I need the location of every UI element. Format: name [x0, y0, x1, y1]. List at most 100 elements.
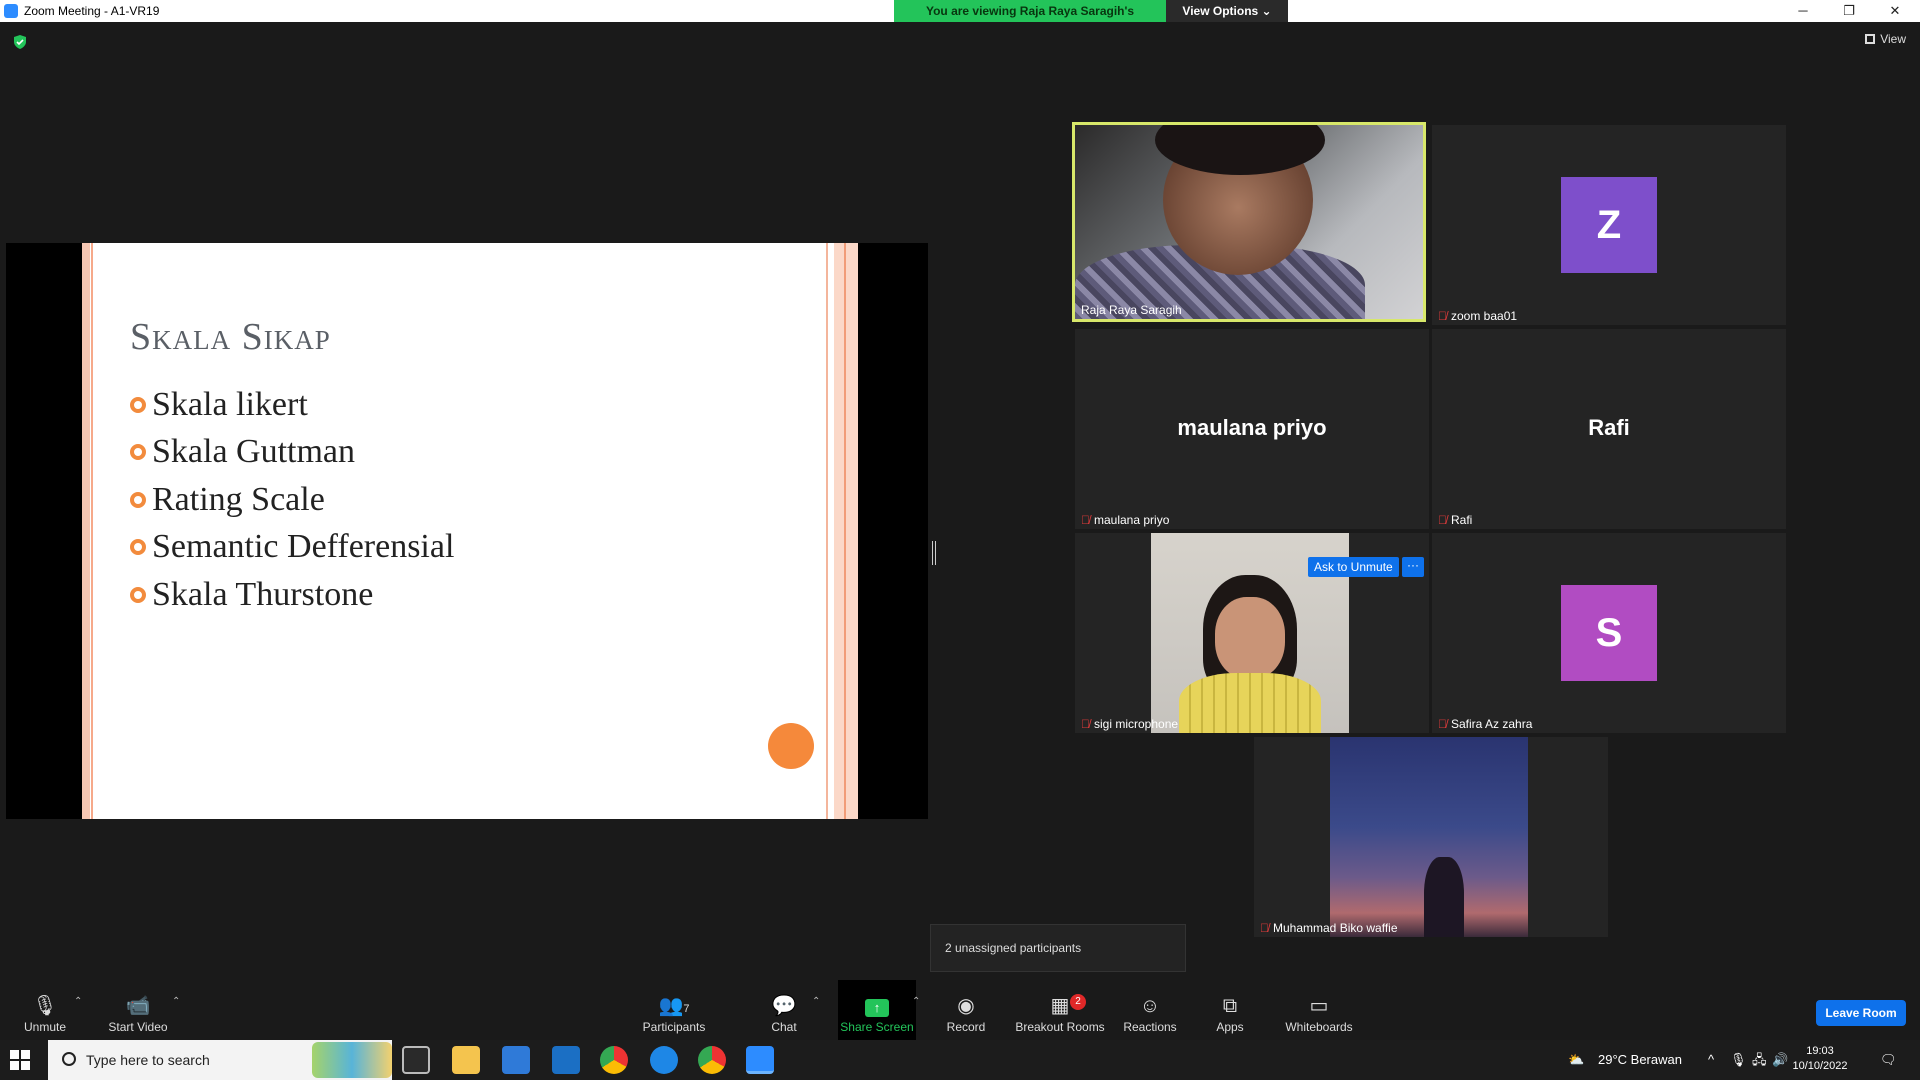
- video-tile-raja-raya-saragih[interactable]: Raja Raya Saragih: [1072, 122, 1426, 322]
- encryption-shield-icon[interactable]: [12, 34, 28, 50]
- share-screen-label: Share Screen: [840, 1020, 914, 1034]
- slide-bullet: Rating Scale: [130, 476, 454, 524]
- view-options-button[interactable]: View Options ⌄: [1166, 0, 1288, 22]
- meeting-toolbar: 🎙 Unmute ⌃ 📹 Start Video ⌃ 👥7 Participan…: [0, 980, 1920, 1040]
- volume-icon[interactable]: 🔊: [1772, 1040, 1788, 1080]
- chat-button[interactable]: 💬 Chat: [764, 980, 804, 1040]
- record-button[interactable]: ◉ Record: [942, 980, 990, 1040]
- slide-decor-stripe: [844, 243, 846, 819]
- slide-decor-stripe: [834, 243, 858, 819]
- bullet-circle-icon: [130, 396, 146, 413]
- microphone-tray-icon[interactable]: 🎙: [1730, 1040, 1747, 1080]
- mail-icon[interactable]: [552, 1046, 580, 1074]
- video-tile-safira-az-zahra[interactable]: S 🎙̸ Safira Az zahra: [1432, 533, 1786, 733]
- more-options-button[interactable]: ···: [1402, 557, 1424, 577]
- participant-name-label: Raja Raya Saragih: [1081, 303, 1182, 317]
- shared-screen[interactable]: Skala Sikap Skala likert Skala Guttman R…: [6, 243, 928, 819]
- whiteboard-icon: ▭: [1309, 995, 1329, 1017]
- muted-mic-icon: 🎙̸: [1438, 717, 1447, 731]
- muted-mic-icon: 🎙̸: [1081, 513, 1090, 527]
- participant-name: zoom baa01: [1451, 309, 1518, 323]
- participant-avatar: Z: [1561, 177, 1657, 273]
- photo-figure: [1215, 597, 1285, 679]
- participants-button[interactable]: 👥7 Participants: [640, 980, 708, 1040]
- record-label: Record: [946, 1020, 986, 1034]
- unmute-button[interactable]: 🎙 Unmute: [16, 980, 74, 1040]
- leave-room-button[interactable]: Leave Room: [1816, 1000, 1906, 1026]
- apps-button[interactable]: ⧉ Apps: [1210, 980, 1250, 1040]
- teamviewer-icon[interactable]: [650, 1046, 678, 1074]
- video-off-icon: 📹: [125, 995, 151, 1017]
- grid-view-icon: [1865, 34, 1876, 44]
- whiteboards-button[interactable]: ▭ Whiteboards: [1282, 980, 1356, 1040]
- participant-video: [1075, 125, 1423, 319]
- restore-button[interactable]: ❐: [1826, 0, 1872, 22]
- participants-label: Participants: [642, 1020, 706, 1034]
- participant-avatar: S: [1561, 585, 1657, 681]
- taskbar-clock[interactable]: 19:03 10/10/2022: [1790, 1044, 1850, 1074]
- chat-label: Chat: [771, 1020, 797, 1034]
- weather-icon[interactable]: ⛅: [1568, 1040, 1584, 1080]
- participant-display-name: maulana priyo: [1177, 415, 1327, 440]
- screen-share-banner: You are viewing Raja Raya Saragih's scre…: [894, 0, 1288, 40]
- search-icon: [62, 1052, 76, 1066]
- chat-bubble-icon: 💬: [771, 995, 797, 1017]
- bullet-text: Rating Scale: [152, 480, 325, 518]
- microsoft-store-icon[interactable]: [502, 1046, 530, 1074]
- search-placeholder: Type here to search: [86, 1052, 210, 1068]
- muted-microphone-icon: 🎙: [32, 995, 58, 1017]
- split-view-resize-handle[interactable]: [932, 541, 936, 565]
- breakout-rooms-button[interactable]: ▦ Breakout Rooms: [1010, 980, 1110, 1040]
- chat-options-caret-icon[interactable]: ⌃: [812, 996, 820, 1007]
- bullet-circle-icon: [130, 586, 146, 603]
- audio-options-caret-icon[interactable]: ⌃: [74, 996, 82, 1007]
- network-icon[interactable]: 🖧: [1752, 1040, 1767, 1080]
- participant-name-label: 🎙̸ Rafi: [1438, 513, 1472, 527]
- participant-name-label: 🎙̸ Muhammad Biko waffie: [1260, 921, 1398, 935]
- bullet-circle-icon: [130, 539, 146, 556]
- participant-profile-photo: [1330, 737, 1528, 937]
- slide-decor-stripe: [82, 243, 90, 819]
- slide-decor-stripe: [826, 243, 828, 819]
- minimize-button[interactable]: ─: [1780, 0, 1826, 22]
- breakout-rooms-label: Breakout Rooms: [1015, 1020, 1105, 1034]
- weather-label[interactable]: 29°C Berawan: [1598, 1040, 1682, 1080]
- video-options-caret-icon[interactable]: ⌃: [172, 996, 180, 1007]
- participant-name-label: 🎙̸ maulana priyo: [1081, 513, 1169, 527]
- clock-time: 19:03: [1806, 1045, 1834, 1057]
- start-video-button[interactable]: 📹 Start Video: [104, 980, 172, 1040]
- slide-decor-circle: [768, 723, 814, 769]
- bullet-text: Semantic Defferensial: [152, 528, 455, 566]
- notifications-icon[interactable]: 🗨: [1880, 1040, 1897, 1080]
- participant-display-name: Rafi: [1588, 415, 1630, 440]
- participant-name: maulana priyo: [1094, 513, 1170, 527]
- view-layout-button[interactable]: View: [1865, 32, 1906, 46]
- breakout-rooms-icon: ▦: [1050, 995, 1070, 1017]
- video-tile-rafi[interactable]: Rafi 🎙̸ Rafi: [1432, 329, 1786, 529]
- start-video-label: Start Video: [108, 1020, 168, 1034]
- participant-name: Muhammad Biko waffie: [1273, 921, 1398, 935]
- file-explorer-icon[interactable]: [452, 1046, 480, 1074]
- participant-name-label: 🎙̸ zoom baa01: [1438, 309, 1517, 323]
- chrome-profile-icon[interactable]: [698, 1046, 726, 1074]
- participant-name: Rafi: [1451, 513, 1473, 527]
- share-options-caret-icon[interactable]: ⌃: [912, 996, 920, 1007]
- reactions-smiley-icon: ☺: [1139, 995, 1161, 1017]
- show-hidden-icons-icon[interactable]: ^: [1708, 1040, 1714, 1080]
- windows-start-button[interactable]: [10, 1050, 30, 1070]
- taskbar-search-box[interactable]: Type here to search: [48, 1040, 392, 1080]
- apps-label: Apps: [1216, 1020, 1244, 1034]
- task-view-icon[interactable]: [402, 1046, 430, 1074]
- video-tile-muhammad-biko-waffie[interactable]: 🎙̸ Muhammad Biko waffie: [1254, 737, 1608, 937]
- share-screen-button[interactable]: ↑ Share Screen: [838, 980, 916, 1040]
- zoom-taskbar-icon[interactable]: [746, 1046, 774, 1074]
- ask-to-unmute-button[interactable]: Ask to Unmute: [1308, 557, 1399, 577]
- participants-icon: 👥7: [658, 995, 690, 1017]
- slide-bullet: Semantic Defferensial: [130, 524, 454, 572]
- video-tile-zoom-baa01[interactable]: Z 🎙̸ zoom baa01: [1432, 125, 1786, 325]
- participant-name: Safira Az zahra: [1451, 717, 1533, 731]
- video-tile-maulana-priyo[interactable]: maulana priyo 🎙̸ maulana priyo: [1075, 329, 1429, 529]
- close-button[interactable]: ✕: [1872, 0, 1918, 22]
- reactions-button[interactable]: ☺ Reactions: [1120, 980, 1180, 1040]
- chrome-icon[interactable]: [600, 1046, 628, 1074]
